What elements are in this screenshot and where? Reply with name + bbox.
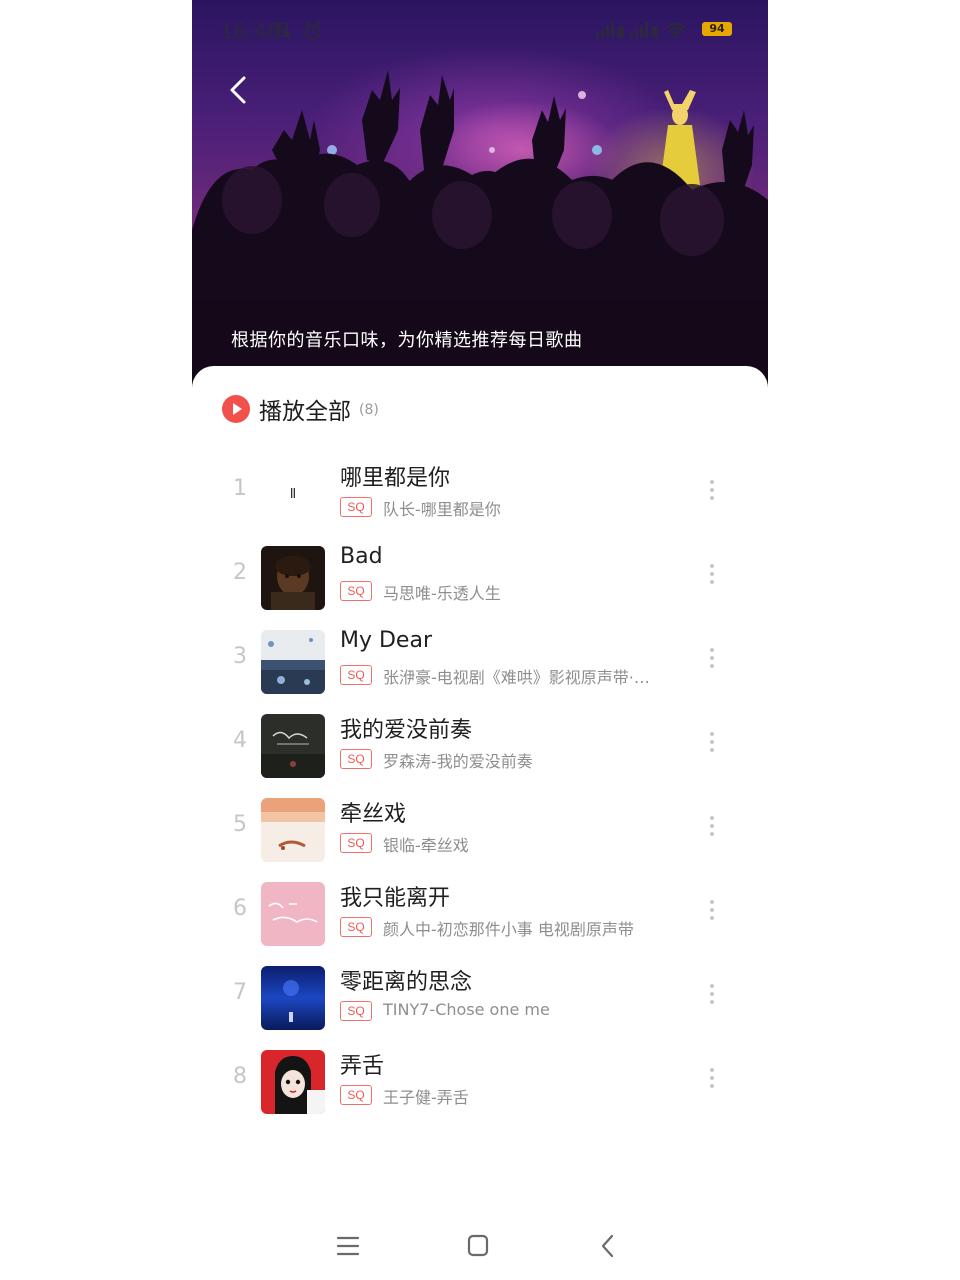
back-icon (601, 1234, 614, 1258)
song-number: 6 (233, 896, 247, 921)
album-cover (261, 798, 325, 862)
sq-badge: SQ (340, 1085, 372, 1105)
phone-screen: 16:48 94 根据你的音乐口味，为你精选推荐每日歌曲 播放全部 (8) 1 … (192, 0, 768, 1280)
album-cover (261, 966, 325, 1030)
song-number: 3 (233, 644, 247, 669)
song-artist-album: 张洢豪-电视剧《难哄》影视原声带·… (383, 668, 650, 687)
mute-icon (275, 21, 292, 40)
song-row[interactable]: 6 我只能离开 SQ 颜人中-初恋那件小事 电视剧原声带 (192, 870, 768, 954)
album-cover (261, 630, 325, 694)
song-artist-album: TINY7-Chose one me (383, 1000, 550, 1019)
signal-icon (630, 22, 658, 38)
play-all-label: 播放全部 (259, 399, 351, 425)
song-title: 弄舌 (340, 1054, 385, 1079)
back-nav-button[interactable] (590, 1230, 626, 1262)
more-options-button[interactable] (704, 1064, 720, 1096)
status-time: 16:48 (220, 19, 281, 43)
song-row[interactable]: 8 弄舌 SQ 王子健-弄舌 (192, 1038, 768, 1122)
song-artist-album: 银临-牵丝戏 (383, 836, 469, 855)
sq-badge: SQ (340, 581, 372, 601)
more-options-button[interactable] (704, 812, 720, 844)
song-row[interactable]: 7 零距离的思念 SQ TINY7-Chose one me (192, 954, 768, 1038)
song-artist-album: 队长-哪里都是你 (383, 500, 501, 519)
battery-icon: 94 (702, 22, 732, 36)
song-number: 8 (233, 1064, 247, 1089)
sq-badge: SQ (340, 497, 372, 517)
menu-button[interactable] (330, 1230, 366, 1262)
song-title: 我的爱没前奏 (340, 718, 473, 743)
song-title: 我只能离开 (340, 886, 451, 911)
song-title: 零距离的思念 (340, 970, 473, 995)
sq-badge: SQ (340, 1001, 372, 1021)
song-number: 1 (233, 476, 247, 501)
more-options-button[interactable] (704, 476, 720, 508)
sq-badge: SQ (340, 833, 372, 853)
more-options-button[interactable] (704, 728, 720, 760)
home-icon (467, 1234, 489, 1257)
song-row[interactable]: 5 牵丝戏 SQ 银临-牵丝戏 (192, 786, 768, 870)
home-button[interactable] (460, 1230, 496, 1262)
more-options-button[interactable] (704, 896, 720, 928)
song-number: 4 (233, 728, 247, 753)
more-options-button[interactable] (704, 644, 720, 676)
album-cover (261, 546, 325, 610)
song-number: 5 (233, 812, 247, 837)
playing-indicator-icon (291, 488, 295, 498)
song-title: Bad (340, 544, 383, 569)
chevron-left-icon (230, 76, 246, 104)
header-banner: 16:48 94 根据你的音乐口味，为你精选推荐每日歌曲 (192, 0, 768, 400)
album-cover (261, 714, 325, 778)
recommendation-caption: 根据你的音乐口味，为你精选推荐每日歌曲 (231, 330, 583, 351)
more-options-button[interactable] (704, 560, 720, 592)
play-all-button[interactable]: 播放全部 (8) (222, 392, 379, 426)
back-button[interactable] (222, 70, 262, 110)
sq-badge: SQ (340, 917, 372, 937)
more-options-button[interactable] (704, 980, 720, 1012)
wifi-icon (665, 22, 687, 35)
song-list-panel: 播放全部 (8) 1 哪里都是你 SQ 队长-哪里都是你 2 Bad SQ 马思… (192, 366, 768, 1280)
status-icons (275, 21, 321, 40)
signal-wifi-icons (596, 22, 687, 39)
status-bar: 16:48 94 (192, 0, 768, 60)
song-artist-album: 颜人中-初恋那件小事 电视剧原声带 (383, 920, 634, 939)
album-cover (261, 882, 325, 946)
song-number: 2 (233, 560, 247, 585)
alarm-icon (305, 21, 321, 40)
sq-badge: SQ (340, 665, 372, 685)
song-row[interactable]: 4 我的爱没前奏 SQ 罗森涛-我的爱没前奏 (192, 702, 768, 786)
signal-icon (596, 22, 624, 38)
song-row[interactable]: 1 哪里都是你 SQ 队长-哪里都是你 (192, 450, 768, 534)
song-number: 7 (233, 980, 247, 1005)
song-title: 牵丝戏 (340, 802, 407, 827)
menu-icon (336, 1236, 360, 1256)
song-count: (8) (359, 402, 379, 418)
song-row[interactable]: 2 Bad SQ 马思唯-乐透人生 (192, 534, 768, 618)
song-title: My Dear (340, 628, 432, 653)
song-artist-album: 罗森涛-我的爱没前奏 (383, 752, 533, 771)
album-cover (261, 1050, 325, 1114)
song-title: 哪里都是你 (340, 466, 451, 491)
song-artist-album: 王子健-弄舌 (383, 1088, 469, 1107)
song-artist-album: 马思唯-乐透人生 (383, 584, 501, 603)
sq-badge: SQ (340, 749, 372, 769)
play-icon (222, 395, 250, 423)
song-row[interactable]: 3 My Dear SQ 张洢豪-电视剧《难哄》影视原声带·… (192, 618, 768, 702)
